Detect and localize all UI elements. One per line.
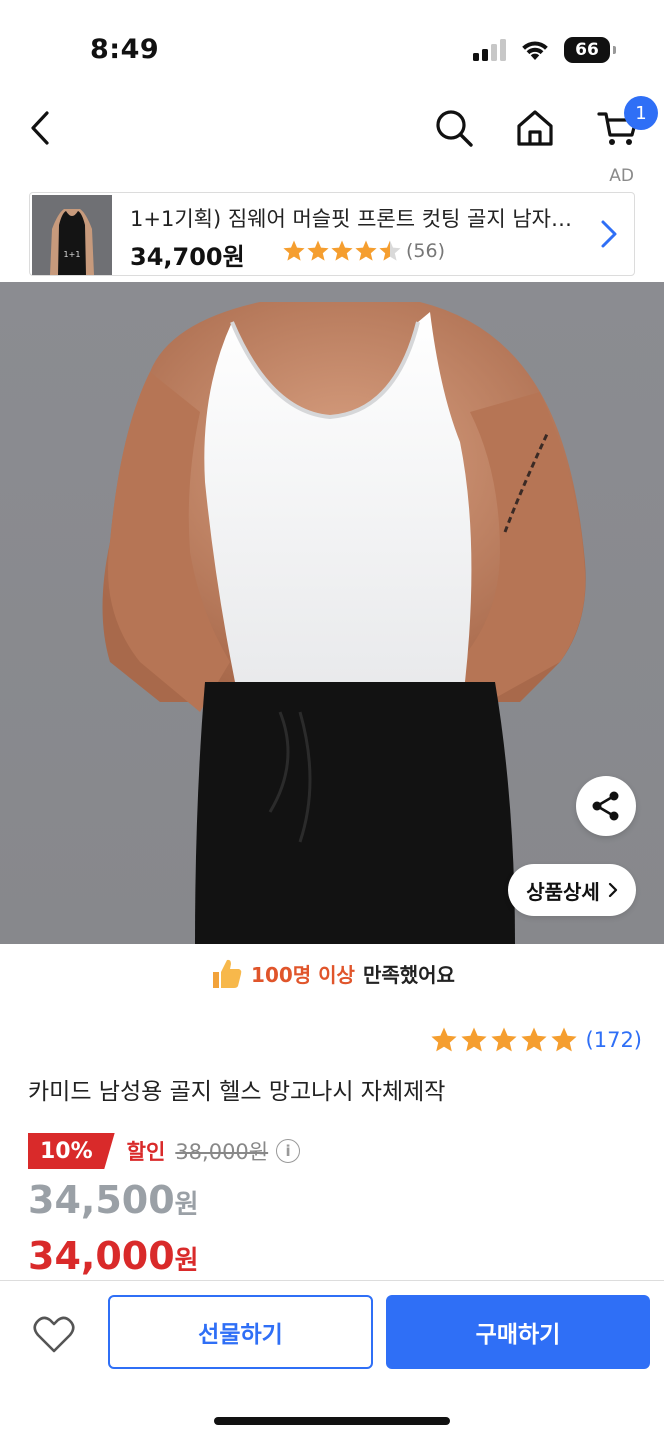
star-icon bbox=[550, 1027, 577, 1052]
star-icon bbox=[307, 240, 329, 261]
discount-label: 할인 bbox=[126, 1140, 166, 1164]
home-indicator bbox=[214, 1417, 450, 1425]
product-detail-button[interactable]: 상품상세 bbox=[508, 864, 636, 916]
satisfaction-highlight: 100명 이상 bbox=[251, 962, 355, 987]
ad-product-image: 1+1 bbox=[32, 195, 112, 275]
gift-button[interactable]: 선물하기 bbox=[108, 1295, 373, 1369]
final-price: 34,000원 bbox=[28, 1234, 199, 1278]
chevron-right-icon bbox=[608, 882, 617, 898]
search-icon bbox=[436, 110, 473, 147]
buy-button[interactable]: 구매하기 bbox=[386, 1295, 650, 1369]
final-price-value: 34,000 bbox=[28, 1234, 175, 1278]
sale-price-value: 34,500 bbox=[28, 1178, 175, 1222]
wishlist-button[interactable] bbox=[28, 1309, 80, 1361]
share-button[interactable] bbox=[576, 776, 636, 836]
home-icon bbox=[517, 110, 553, 146]
top-nav bbox=[0, 96, 664, 164]
ad-title: 1+1기획) 짐웨어 머슬핏 프론트 컷팅 골지 남자… bbox=[130, 207, 573, 231]
ad-price: 34,700원 bbox=[130, 243, 245, 271]
thumbs-up-icon bbox=[213, 959, 242, 988]
signal-icon bbox=[473, 39, 506, 61]
chevron-right-icon bbox=[601, 220, 617, 248]
discount-badge: 10% bbox=[28, 1133, 115, 1169]
star-rating bbox=[430, 1027, 577, 1052]
cart-count-badge: 1 bbox=[624, 96, 658, 130]
product-image[interactable] bbox=[0, 282, 664, 944]
review-count: (172) bbox=[585, 1028, 642, 1052]
sale-price: 34,500원 bbox=[28, 1178, 199, 1222]
status-time: 8:49 bbox=[90, 34, 160, 65]
currency-unit: 원 bbox=[174, 1246, 199, 1276]
product-detail-label: 상품상세 bbox=[526, 879, 600, 904]
info-icon[interactable]: i bbox=[276, 1139, 301, 1163]
product-photo bbox=[102, 302, 586, 944]
wifi-icon bbox=[522, 41, 548, 60]
satisfaction-text: 만족했어요 bbox=[362, 962, 455, 987]
chevron-left-icon bbox=[31, 111, 49, 145]
heart-icon bbox=[33, 1316, 75, 1353]
battery-indicator: 66 bbox=[564, 37, 616, 63]
star-icon bbox=[490, 1027, 517, 1052]
star-icon bbox=[283, 240, 305, 261]
ad-review-count: (56) bbox=[406, 240, 446, 262]
currency-unit: 원 bbox=[174, 1190, 199, 1220]
star-icon bbox=[331, 240, 353, 261]
star-icon bbox=[460, 1027, 487, 1052]
share-icon bbox=[592, 791, 619, 821]
ad-label: AD bbox=[609, 166, 634, 186]
ad-chevron bbox=[600, 219, 618, 253]
search-button[interactable] bbox=[426, 100, 482, 156]
discount-row: 10% 할인 38,000원 i bbox=[28, 1132, 301, 1170]
star-icon bbox=[430, 1027, 457, 1052]
status-icons: 66 bbox=[472, 36, 616, 64]
bottom-action-bar: 선물하기 구매하기 bbox=[0, 1280, 664, 1440]
product-title: 카미드 남성용 골지 헬스 망고나시 자체제작 bbox=[28, 1079, 446, 1105]
half-star-icon bbox=[379, 240, 401, 261]
ad-banner[interactable]: 1+1 1+1기획) 짐웨어 머슬핏 프론트 컷팅 골지 남자… 34,700원… bbox=[29, 192, 635, 276]
original-price: 38,000원 bbox=[175, 1140, 269, 1164]
home-button[interactable] bbox=[507, 100, 563, 156]
ad-star-rating bbox=[282, 239, 402, 263]
svg-text:1+1: 1+1 bbox=[64, 250, 81, 259]
status-bar: 8:49 66 bbox=[0, 0, 664, 96]
star-icon bbox=[520, 1027, 547, 1052]
product-rating[interactable]: (172) bbox=[430, 1026, 642, 1054]
back-button[interactable] bbox=[12, 100, 68, 156]
ad-thumbnail: 1+1 bbox=[32, 195, 112, 275]
satisfaction-banner: 100명 이상 만족했어요 bbox=[0, 950, 664, 996]
star-icon bbox=[355, 240, 377, 261]
